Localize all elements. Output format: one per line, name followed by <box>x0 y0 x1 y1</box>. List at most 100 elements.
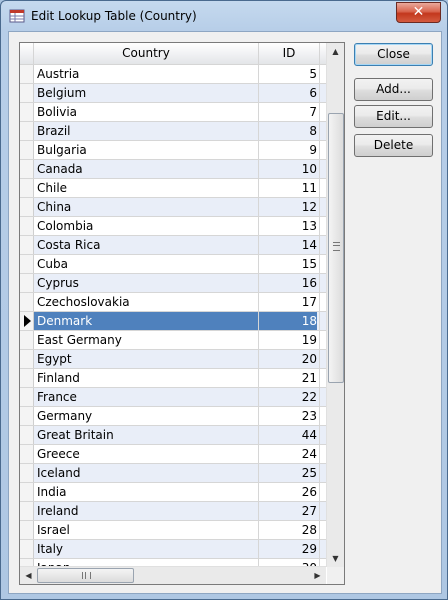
horizontal-scroll-thumb[interactable] <box>37 568 134 583</box>
country-cell[interactable]: Denmark <box>34 312 258 330</box>
country-cell[interactable]: Finland <box>37 369 257 387</box>
row-selector[interactable] <box>20 103 34 121</box>
table-row[interactable]: China 12 <box>20 198 326 217</box>
country-cell[interactable]: France <box>37 388 257 406</box>
row-selector[interactable] <box>20 198 34 216</box>
id-cell[interactable]: 29 <box>259 540 317 558</box>
table-row[interactable]: Egypt 20 <box>20 350 326 369</box>
id-cell[interactable]: 16 <box>259 274 317 292</box>
country-cell[interactable]: India <box>37 483 257 501</box>
id-cell[interactable]: 20 <box>259 350 317 368</box>
row-selector[interactable] <box>20 312 34 330</box>
id-cell[interactable]: 13 <box>259 217 317 235</box>
country-cell[interactable]: China <box>37 198 257 216</box>
scroll-up-icon[interactable]: ▲ <box>327 43 344 60</box>
row-selector[interactable] <box>20 236 34 254</box>
table-row[interactable]: East Germany 19 <box>20 331 326 350</box>
table-row[interactable]: Germany 23 <box>20 407 326 426</box>
table-row[interactable]: Great Britain 44 <box>20 426 326 445</box>
table-row[interactable]: Finland 21 <box>20 369 326 388</box>
edit-button[interactable]: Edit... <box>354 105 433 128</box>
table-row[interactable]: Austria 5 <box>20 65 326 84</box>
table-row[interactable]: Czechoslovakia 17 <box>20 293 326 312</box>
row-selector[interactable] <box>20 141 34 159</box>
row-selector[interactable] <box>20 426 34 444</box>
table-row[interactable]: Iceland 25 <box>20 464 326 483</box>
table-row[interactable]: India 26 <box>20 483 326 502</box>
id-cell[interactable]: 22 <box>259 388 317 406</box>
add-button[interactable]: Add... <box>354 78 433 101</box>
country-cell[interactable]: Greece <box>37 445 257 463</box>
table-row[interactable]: Ireland 27 <box>20 502 326 521</box>
id-cell[interactable]: 28 <box>259 521 317 539</box>
row-selector[interactable] <box>20 540 34 558</box>
row-selector[interactable] <box>20 407 34 425</box>
country-cell[interactable]: Colombia <box>37 217 257 235</box>
row-selector[interactable] <box>20 502 34 520</box>
table-row[interactable]: Colombia 13 <box>20 217 326 236</box>
horizontal-scrollbar[interactable]: ◀ ▶ <box>20 566 326 584</box>
country-cell[interactable]: Italy <box>37 540 257 558</box>
table-row[interactable]: Cuba 15 <box>20 255 326 274</box>
row-selector[interactable] <box>20 160 34 178</box>
row-selector[interactable] <box>20 274 34 292</box>
id-cell[interactable]: 11 <box>259 179 317 197</box>
country-cell[interactable]: Austria <box>37 65 257 83</box>
id-cell[interactable]: 19 <box>259 331 317 349</box>
row-selector[interactable] <box>20 122 34 140</box>
country-cell[interactable]: Ireland <box>37 502 257 520</box>
table-row[interactable]: Italy 29 <box>20 540 326 559</box>
country-cell[interactable]: Egypt <box>37 350 257 368</box>
country-cell[interactable]: Belgium <box>37 84 257 102</box>
row-selector[interactable] <box>20 217 34 235</box>
row-selector[interactable] <box>20 179 34 197</box>
id-cell[interactable]: 23 <box>259 407 317 425</box>
table-row[interactable]: Israel 28 <box>20 521 326 540</box>
row-selector[interactable] <box>20 388 34 406</box>
country-cell[interactable]: Cuba <box>37 255 257 273</box>
country-cell[interactable]: Cyprus <box>37 274 257 292</box>
table-row[interactable]: Canada 10 <box>20 160 326 179</box>
country-cell[interactable]: Czechoslovakia <box>37 293 257 311</box>
lookup-grid[interactable]: Country ID Austria 5 Belgium 6 Bolivia 7 Brazi… <box>19 42 345 585</box>
id-cell[interactable]: 44 <box>259 426 317 444</box>
scroll-down-icon[interactable]: ▼ <box>327 550 344 567</box>
country-cell[interactable]: Chile <box>37 179 257 197</box>
row-selector[interactable] <box>20 369 34 387</box>
close-window-icon[interactable]: ✕ <box>396 2 441 23</box>
close-button[interactable]: Close <box>354 43 433 66</box>
table-row[interactable]: Bulgaria 9 <box>20 141 326 160</box>
id-cell[interactable]: 10 <box>259 160 317 178</box>
row-selector[interactable] <box>20 255 34 273</box>
table-row[interactable]: Brazil 8 <box>20 122 326 141</box>
vertical-scrollbar[interactable]: ▲ ▼ <box>326 43 344 567</box>
table-row[interactable]: Belgium 6 <box>20 84 326 103</box>
country-cell[interactable]: Great Britain <box>37 426 257 444</box>
table-row[interactable]: Denmark 18 <box>20 312 326 331</box>
table-row[interactable]: Cyprus 16 <box>20 274 326 293</box>
id-cell[interactable]: 8 <box>259 122 317 140</box>
id-cell[interactable]: 6 <box>259 84 317 102</box>
country-cell[interactable]: Brazil <box>37 122 257 140</box>
scroll-right-icon[interactable]: ▶ <box>309 567 326 584</box>
id-cell[interactable]: 17 <box>259 293 317 311</box>
country-cell[interactable]: East Germany <box>37 331 257 349</box>
country-cell[interactable]: Germany <box>37 407 257 425</box>
country-cell[interactable]: Iceland <box>37 464 257 482</box>
id-cell[interactable]: 7 <box>259 103 317 121</box>
table-row[interactable]: France 22 <box>20 388 326 407</box>
row-selector[interactable] <box>20 483 34 501</box>
row-selector-header[interactable] <box>20 43 34 64</box>
country-cell[interactable]: Israel <box>37 521 257 539</box>
column-header-id[interactable]: ID <box>259 43 320 64</box>
scroll-left-icon[interactable]: ◀ <box>20 567 37 584</box>
row-selector[interactable] <box>20 293 34 311</box>
table-row[interactable]: Chile 11 <box>20 179 326 198</box>
id-cell[interactable]: 14 <box>259 236 317 254</box>
delete-button[interactable]: Delete <box>354 134 433 157</box>
id-cell[interactable]: 18 <box>259 312 317 330</box>
table-row[interactable]: Costa Rica 14 <box>20 236 326 255</box>
id-cell[interactable]: 27 <box>259 502 317 520</box>
table-row[interactable]: Greece 24 <box>20 445 326 464</box>
row-selector[interactable] <box>20 350 34 368</box>
